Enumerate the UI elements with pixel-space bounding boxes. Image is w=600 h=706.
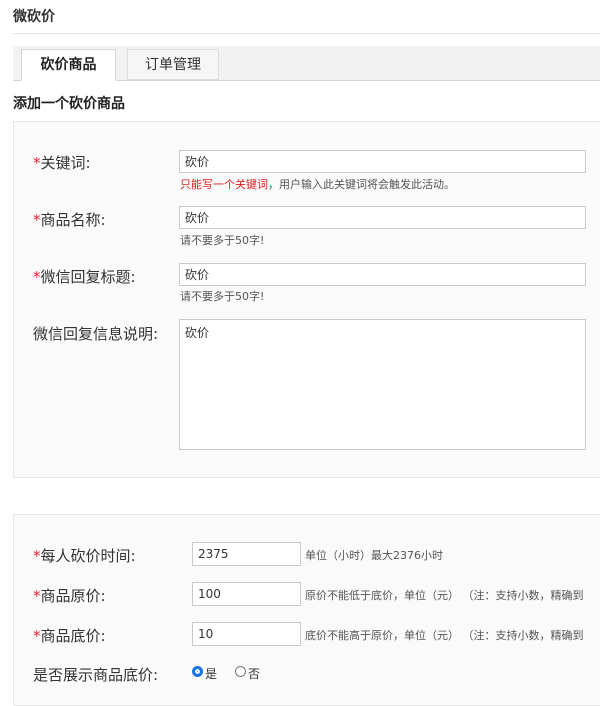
required-mark: * (33, 627, 41, 645)
base-price-input[interactable] (192, 622, 301, 646)
section-title: 添加一个砍价商品 (13, 96, 125, 112)
reply-title-hint: 请不要多于50字! (180, 290, 265, 303)
product-name-hint: 请不要多于50字! (180, 234, 265, 247)
reply-title-label-text: 微信回复标题: (40, 268, 136, 286)
page-title: 微砍价 (13, 9, 55, 25)
keyword-input[interactable] (179, 150, 586, 173)
keyword-label: *关键词: (33, 152, 91, 173)
required-mark: * (33, 154, 41, 172)
keyword-hint-text: ，用户输入此关键词将会触发此活动。 (268, 178, 455, 191)
product-name-label: *商品名称: (33, 209, 106, 230)
bargain-time-hint: 单位（小时）最大2376小时 (305, 549, 443, 562)
reply-desc-label: 微信回复信息说明: (33, 325, 159, 343)
bargain-time-label-text: 每人砍价时间: (40, 547, 136, 565)
show-base-yes-label: 是 (205, 667, 218, 681)
base-price-label-text: 商品底价: (40, 627, 106, 645)
required-mark: * (33, 268, 41, 286)
keyword-hint-warning: 只能写一个关键词 (180, 178, 268, 191)
required-mark: * (33, 547, 41, 565)
show-base-no-label: 否 (248, 667, 261, 681)
show-base-yes-radio[interactable] (192, 666, 203, 677)
tab-order-management[interactable]: 订单管理 (127, 49, 219, 80)
required-mark: * (33, 211, 41, 229)
base-price-label: *商品底价: (33, 625, 106, 646)
original-price-label-text: 商品原价: (40, 587, 106, 605)
original-price-input[interactable] (192, 582, 301, 606)
product-name-input[interactable] (179, 206, 586, 229)
show-base-price-label: 是否展示商品底价: (33, 666, 159, 684)
bargain-time-input[interactable] (192, 542, 301, 566)
reply-title-label: *微信回复标题: (33, 266, 136, 287)
product-name-label-text: 商品名称: (40, 211, 106, 229)
tab-bargain-products[interactable]: 砍价商品 (21, 49, 116, 81)
tab-bar: 砍价商品 订单管理 (13, 46, 600, 81)
show-base-no-radio[interactable] (235, 666, 246, 677)
original-price-label: *商品原价: (33, 585, 106, 606)
base-price-hint: 底价不能高于原价，单位（元） （注：支持小数，精确到 (305, 629, 584, 642)
required-mark: * (33, 587, 41, 605)
keyword-hint: 只能写一个关键词，用户输入此关键词将会触发此活动。 (180, 176, 455, 192)
original-price-hint: 原价不能低于底价，单位（元） （注：支持小数，精确到 (305, 589, 584, 602)
divider (13, 33, 600, 34)
reply-desc-textarea[interactable]: 砍价 (179, 319, 586, 450)
keyword-label-text: 关键词: (40, 154, 91, 172)
bargain-time-label: *每人砍价时间: (33, 545, 136, 566)
reply-title-input[interactable] (179, 263, 586, 286)
